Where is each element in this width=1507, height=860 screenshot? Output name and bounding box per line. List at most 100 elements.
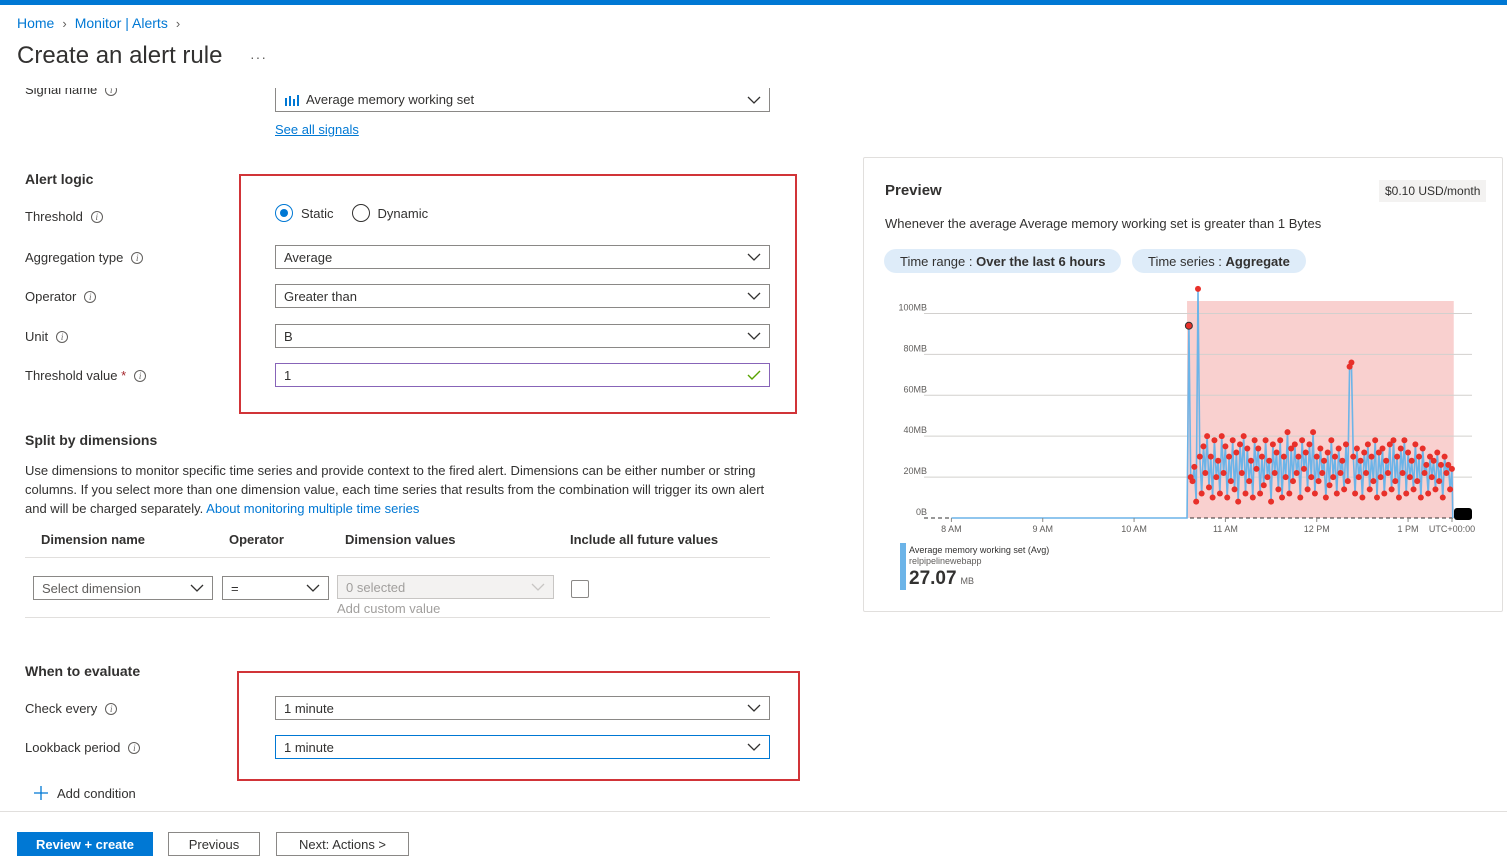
info-icon[interactable]: i	[56, 330, 69, 343]
data-point	[1313, 453, 1320, 460]
check-every-label: Check every i	[25, 701, 118, 716]
data-point	[1423, 461, 1430, 468]
data-point	[1315, 478, 1322, 485]
x-tick-label: 11 AM	[1213, 524, 1238, 534]
data-point	[1213, 474, 1220, 481]
add-custom-value: Add custom value	[337, 601, 441, 616]
data-point	[1363, 470, 1370, 476]
more-options-icon[interactable]: ···	[250, 49, 267, 65]
data-point	[1246, 478, 1253, 485]
include-future-checkbox[interactable]	[571, 580, 589, 598]
lookback-period-label: Lookback period i	[25, 740, 141, 755]
legend-color-bar	[900, 543, 906, 590]
data-point	[1364, 441, 1371, 448]
data-point	[1193, 498, 1200, 505]
highlight-box-alert-logic	[239, 174, 797, 414]
data-point	[1339, 457, 1346, 464]
highlight-box-evaluate	[237, 671, 800, 781]
data-point	[1417, 494, 1424, 501]
data-point	[1448, 465, 1455, 472]
data-point	[1279, 494, 1286, 501]
signal-dropdown[interactable]: Average memory working set	[275, 88, 770, 112]
review-create-button[interactable]: Review + create	[17, 832, 153, 856]
chevron-right-icon: ›	[62, 15, 67, 31]
page-title: Create an alert rule	[17, 42, 223, 69]
data-point	[1269, 441, 1276, 448]
data-point	[1277, 437, 1284, 444]
info-icon[interactable]: i	[90, 210, 103, 223]
x-tick-label: 9 AM	[1032, 524, 1053, 534]
data-point	[1207, 453, 1214, 460]
time-series-pill[interactable]: Time series : Aggregate	[1132, 249, 1306, 273]
info-icon[interactable]: i	[105, 88, 118, 96]
data-point	[1215, 457, 1222, 464]
data-point	[1229, 437, 1236, 444]
data-point	[1388, 486, 1395, 493]
previous-button[interactable]: Previous	[168, 832, 260, 856]
next-actions-button[interactable]: Next: Actions >	[276, 832, 409, 856]
info-icon[interactable]: i	[105, 702, 118, 715]
dimension-operator-dropdown[interactable]: =	[222, 576, 329, 600]
data-point	[1381, 490, 1388, 497]
select-dimension-dropdown[interactable]: Select dimension	[33, 576, 213, 600]
data-point	[1428, 474, 1435, 481]
data-point	[1291, 441, 1298, 448]
signal-dropdown-wrapper: Average memory working set	[275, 88, 770, 112]
info-icon[interactable]: i	[84, 290, 97, 303]
breadcrumb-home[interactable]: Home	[17, 15, 54, 31]
data-point	[1231, 486, 1238, 493]
data-point	[1189, 478, 1196, 485]
data-point	[1319, 470, 1326, 476]
data-point	[1249, 494, 1256, 501]
data-point	[1447, 486, 1454, 493]
add-condition-button[interactable]: Add condition	[33, 785, 136, 801]
legend-resource-name: relpipelinewebapp	[909, 556, 982, 566]
column-dimension-values: Dimension values	[345, 532, 456, 547]
data-point	[1235, 498, 1242, 505]
data-point	[1344, 478, 1351, 485]
data-point	[1392, 478, 1399, 485]
data-point	[1224, 494, 1231, 501]
data-point	[1218, 433, 1225, 440]
data-point	[1220, 470, 1227, 476]
data-point	[1242, 490, 1249, 497]
column-dimension-name: Dimension name	[41, 532, 146, 547]
info-icon[interactable]: i	[134, 369, 147, 382]
data-point	[1299, 437, 1306, 444]
data-point	[1425, 490, 1432, 497]
chevron-down-icon	[747, 96, 761, 104]
data-point	[1308, 474, 1315, 481]
when-to-evaluate-heading: When to evaluate	[25, 663, 141, 679]
about-multiple-time-series-link[interactable]: About monitoring multiple time series	[206, 501, 419, 516]
data-point	[1328, 437, 1335, 444]
data-point	[1211, 437, 1218, 444]
threshold-value-label: Threshold value * i	[25, 368, 147, 383]
data-point	[1266, 457, 1273, 464]
data-point	[1196, 453, 1203, 460]
chevron-right-icon: ›	[175, 15, 181, 31]
data-point	[1374, 494, 1381, 501]
data-point	[1401, 437, 1408, 444]
y-tick-label: 20MB	[903, 466, 927, 476]
data-point	[1260, 482, 1267, 489]
data-point	[1184, 321, 1193, 330]
info-icon[interactable]: i	[131, 251, 144, 264]
time-range-pill[interactable]: Time range : Over the last 6 hours	[884, 249, 1122, 273]
breadcrumb-monitor-alerts[interactable]: Monitor | Alerts	[75, 15, 168, 31]
data-point	[1348, 359, 1355, 366]
data-point	[1257, 490, 1264, 497]
data-point	[1357, 457, 1364, 464]
legend-series-name: Average memory working set (Avg)	[909, 545, 1050, 555]
data-point	[1297, 494, 1304, 501]
data-point	[1271, 470, 1278, 476]
data-point	[1282, 474, 1289, 481]
info-icon[interactable]: i	[128, 741, 141, 754]
data-point	[1441, 453, 1448, 460]
chevron-down-icon	[190, 584, 204, 592]
data-point	[1368, 453, 1375, 460]
data-point	[1222, 443, 1229, 450]
plus-icon	[34, 786, 48, 800]
data-point	[1253, 465, 1260, 472]
data-point	[1333, 490, 1340, 497]
see-all-signals-link[interactable]: See all signals	[275, 122, 359, 137]
